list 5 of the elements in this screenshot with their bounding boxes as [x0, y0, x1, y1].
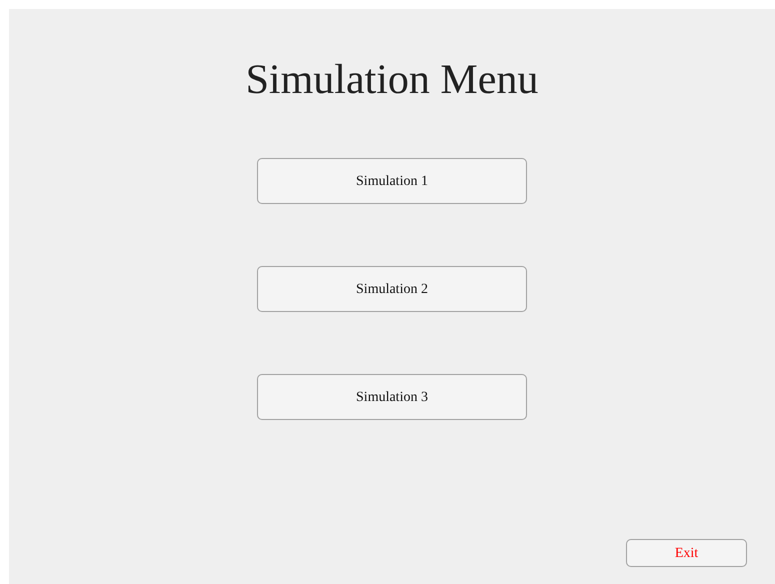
- menu-title: Simulation Menu: [246, 56, 538, 104]
- exit-button[interactable]: Exit: [626, 539, 747, 567]
- simulation-button[interactable]: Simulation 1: [257, 158, 527, 204]
- simulation-button[interactable]: Simulation 2: [257, 266, 527, 312]
- simulation-button[interactable]: Simulation 3: [257, 374, 527, 420]
